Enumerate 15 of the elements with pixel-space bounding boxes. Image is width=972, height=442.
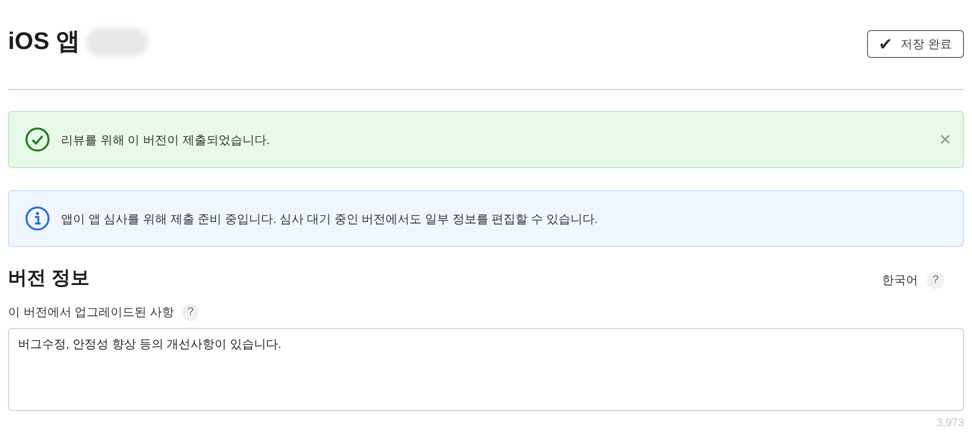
alert-message: 앱이 앱 심사를 위해 제출 준비 중입니다. 심사 대기 중인 버전에서도 일부 정보를 편집할 수 있습니다.: [61, 210, 598, 228]
help-button[interactable]: ?: [927, 272, 944, 288]
character-counter: 3,973: [936, 416, 964, 431]
field-label: 이 버전에서 업그레이드된 사항: [8, 304, 174, 321]
section-title: 버전 정보: [8, 267, 90, 291]
close-button[interactable]: ×: [939, 130, 951, 150]
alert-message: 리뷰를 위해 이 버전이 제출되었습니다.: [61, 132, 270, 148]
language-label: 한국어: [882, 272, 918, 289]
check-icon: ✔: [878, 36, 893, 52]
save-button[interactable]: ✔ 저장 완료: [866, 30, 964, 58]
help-button[interactable]: ?: [182, 304, 200, 320]
info-icon: [25, 206, 50, 231]
release-notes-field[interactable]: 버그수정, 안정성 향상 등의 개선사항이 있습니다.: [8, 328, 964, 411]
page-title: iOS 앱: [8, 28, 80, 56]
check-circle-icon: [25, 127, 50, 152]
